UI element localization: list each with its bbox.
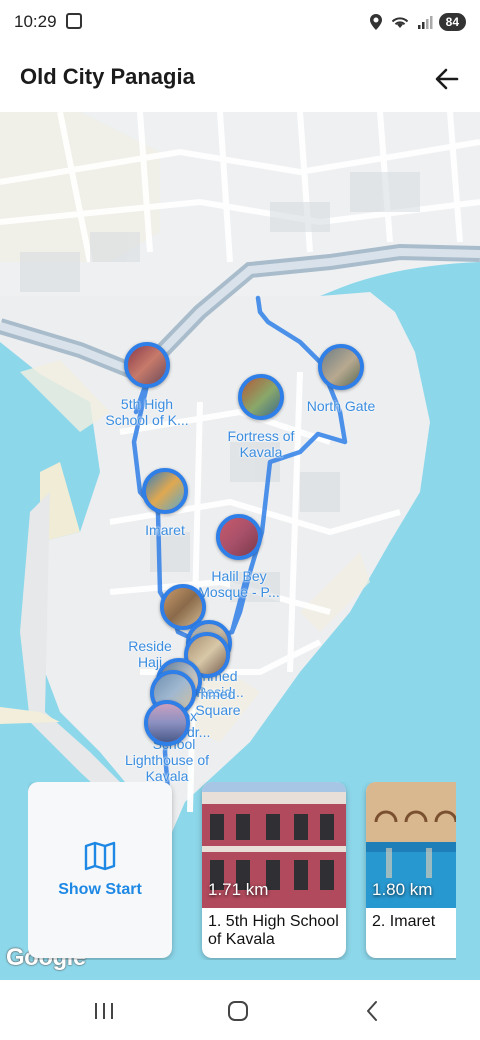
poi-label: Imaret — [145, 522, 185, 538]
place-name: 2. Imaret — [372, 913, 436, 930]
poi-label: Lighthouse of Kavala — [124, 752, 210, 784]
show-start-label: Show Start — [58, 881, 142, 898]
show-start-button[interactable]: Show Start — [28, 782, 172, 958]
arrow-back-icon — [435, 68, 459, 90]
place-name: 1. 5th High School of Kavala — [208, 913, 339, 948]
map-icon — [84, 841, 116, 871]
poi-marker[interactable] — [124, 342, 170, 388]
system-nav-bar — [0, 980, 480, 1040]
status-time: 10:29 — [14, 12, 57, 31]
place-card[interactable]: 1.80 km 2. Imaret — [366, 782, 456, 958]
screenshot-icon — [66, 13, 82, 29]
location-icon — [369, 14, 382, 30]
poi-label: North Gate — [306, 398, 376, 414]
poi-marker[interactable] — [238, 374, 284, 420]
poi-label: Fortress of Kavala — [227, 428, 295, 460]
back-nav-button[interactable] — [352, 996, 392, 1026]
poi-marker[interactable] — [318, 344, 364, 390]
recent-apps-icon — [95, 1003, 113, 1019]
place-distance: 1.80 km — [372, 880, 433, 899]
poi-marker[interactable] — [144, 700, 190, 746]
home-button[interactable] — [218, 996, 258, 1026]
recent-apps-button[interactable] — [84, 996, 124, 1026]
battery-indicator: 84 — [438, 13, 466, 31]
back-button[interactable] — [430, 62, 464, 96]
poi-marker[interactable] — [142, 468, 188, 514]
place-distance: 1.71 km — [208, 880, 269, 899]
app-bar: Old City Panagia — [0, 44, 480, 112]
home-icon — [228, 1001, 248, 1021]
signal-icon — [417, 16, 433, 29]
poi-marker[interactable] — [216, 514, 262, 560]
place-carousel[interactable]: Show Start 1.71 km 1. 5th High School of… — [28, 782, 456, 960]
back-icon — [367, 1001, 377, 1021]
status-icons: 84 — [369, 10, 466, 34]
poi-label: 5th High School of K... — [105, 396, 189, 428]
place-card[interactable]: 1.71 km 1. 5th High School of Kavala — [202, 782, 346, 958]
page-title: Old City Panagia — [20, 64, 195, 89]
status-bar: 10:29 84 — [0, 0, 480, 44]
wifi-icon — [391, 17, 408, 28]
